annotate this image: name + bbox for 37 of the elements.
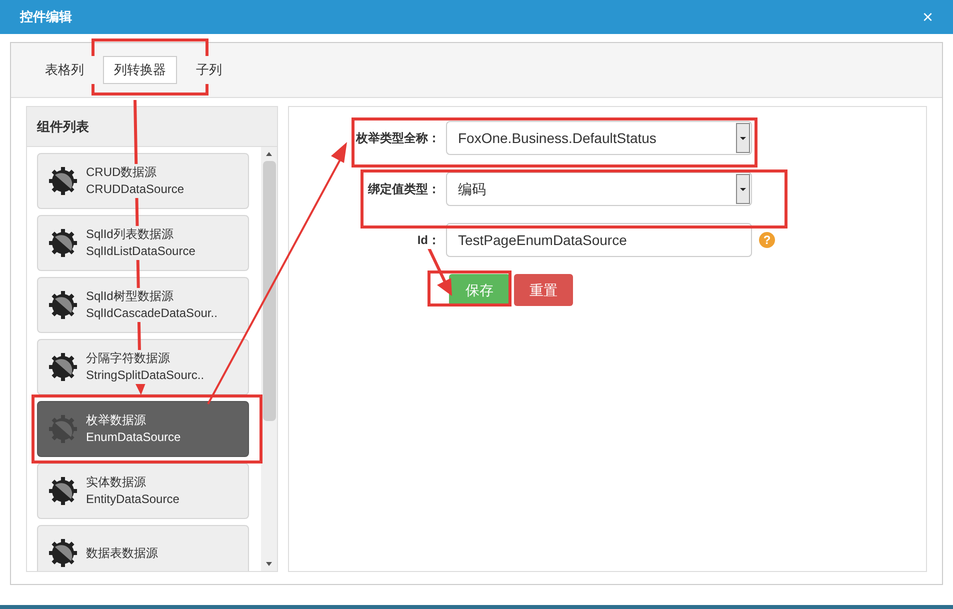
- component-type: CRUDDataSource: [86, 181, 184, 198]
- component-item[interactable]: SqlId树型数据源 SqlIdCascadeDataSour..: [37, 277, 249, 333]
- scroll-down-icon[interactable]: [265, 561, 273, 567]
- gear-icon: [48, 166, 78, 196]
- scroll-up-icon[interactable]: [265, 151, 273, 157]
- gear-icon: [48, 290, 78, 320]
- dropdown[interactable]: FoxOne.Business.DefaultStatus: [446, 121, 752, 155]
- component-type: StringSplitDataSourc..: [86, 367, 204, 384]
- component-item[interactable]: 枚举数据源 EnumDataSource: [37, 401, 249, 457]
- scrollbar-thumb[interactable]: [262, 161, 276, 421]
- gear-icon: [48, 414, 78, 444]
- component-type: EntityDataSource: [86, 491, 180, 508]
- gear-icon: [48, 228, 78, 258]
- component-item[interactable]: 数据表数据源: [37, 525, 249, 571]
- component-item[interactable]: CRUD数据源 CRUDDataSource: [37, 153, 249, 209]
- component-name: SqlId树型数据源: [86, 288, 174, 305]
- component-name: 实体数据源: [86, 474, 146, 491]
- gear-icon: [48, 476, 78, 506]
- component-name: CRUD数据源: [86, 164, 157, 181]
- component-type: SqlIdListDataSource: [86, 243, 196, 260]
- component-item[interactable]: 分隔字符数据源 StringSplitDataSourc..: [37, 339, 249, 395]
- panel-header: 组件列表: [27, 107, 277, 147]
- tab[interactable]: 列转换器: [103, 56, 177, 84]
- component-name: SqlId列表数据源: [86, 226, 174, 243]
- scrollbar[interactable]: [261, 147, 277, 571]
- component-type: SqlIdCascadeDataSour..: [86, 305, 218, 322]
- input-field[interactable]: TestPageEnumDataSource: [446, 223, 752, 257]
- reset-button[interactable]: 重置: [514, 274, 573, 306]
- window-title: 控件编辑: [20, 8, 72, 26]
- component-item[interactable]: SqlId列表数据源 SqlIdListDataSource: [37, 215, 249, 271]
- component-item[interactable]: 实体数据源 EntityDataSource: [37, 463, 249, 519]
- gear-icon: [48, 538, 78, 568]
- component-name: 枚举数据源: [86, 412, 146, 429]
- component-name: 分隔字符数据源: [86, 350, 170, 367]
- gear-icon: [48, 352, 78, 382]
- component-name: 数据表数据源: [86, 544, 158, 562]
- dropdown[interactable]: 编码: [446, 172, 752, 206]
